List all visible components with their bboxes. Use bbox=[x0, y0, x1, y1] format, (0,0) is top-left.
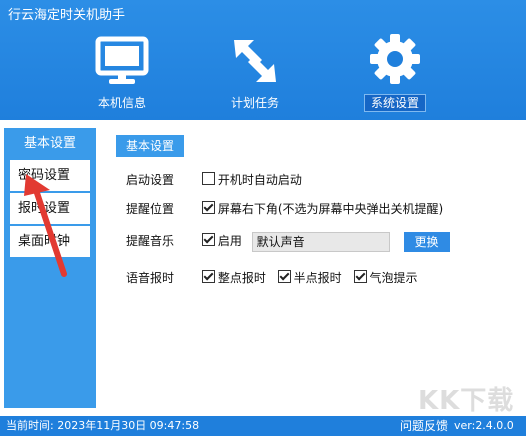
section-title: 基本设置 bbox=[116, 135, 184, 157]
startup-checkbox[interactable]: 开机时自动启动 bbox=[201, 170, 302, 190]
music-enable-checkbox[interactable]: 启用 bbox=[201, 231, 242, 251]
feedback-link[interactable]: 问题反馈 bbox=[400, 416, 448, 436]
status-bar: 当前时间: 2023年11月30日 09:47:58 问题反馈 ver:2.4.… bbox=[0, 416, 526, 436]
monitor-icon bbox=[95, 36, 149, 84]
header-bar: 行云海定时关机助手 本机信息 计划任务 系统设置 bbox=[0, 0, 526, 120]
startup-label: 启动设置 bbox=[126, 173, 175, 187]
hourly-announce-checkbox[interactable]: 整点报时 bbox=[201, 268, 266, 288]
nav-scheduled-tasks[interactable]: 计划任务 bbox=[205, 30, 305, 114]
gear-icon bbox=[370, 34, 420, 84]
change-sound-button[interactable]: 更换 bbox=[403, 231, 450, 252]
reminder-position-label: 提醒位置 bbox=[126, 202, 175, 216]
voice-label: 语音报时 bbox=[126, 271, 175, 285]
reminder-music-label: 提醒音乐 bbox=[126, 234, 175, 248]
sidebar-header[interactable]: 基本设置 bbox=[4, 128, 96, 160]
nav-machine-info[interactable]: 本机信息 bbox=[72, 30, 172, 114]
red-arrow-annotation bbox=[24, 174, 67, 277]
nav-system-settings[interactable]: 系统设置 bbox=[345, 30, 445, 114]
reminder-music-row: 提醒音乐 启用 默认声音 更换 bbox=[126, 231, 450, 252]
bubble-tip-checkbox[interactable]: 气泡提示 bbox=[353, 268, 418, 288]
reminder-position-checkbox[interactable]: 屏幕右下角(不选为屏幕中央弹出关机提醒) bbox=[201, 199, 443, 219]
half-hour-announce-checkbox[interactable]: 半点报时 bbox=[277, 268, 342, 288]
reminder-position-row: 提醒位置 屏幕右下角(不选为屏幕中央弹出关机提醒) bbox=[126, 199, 451, 219]
nav-system-settings-label: 系统设置 bbox=[363, 94, 426, 112]
settings-panel: 基本设置 启动设置 开机时自动启动 提醒位置 屏幕右下角(不选为屏幕中央弹出关机… bbox=[110, 130, 520, 390]
arrows-icon bbox=[234, 40, 276, 82]
startup-row: 启动设置 开机时自动启动 bbox=[126, 170, 310, 190]
nav-machine-info-label: 本机信息 bbox=[97, 96, 146, 110]
app-title: 行云海定时关机助手 bbox=[8, 8, 126, 23]
version-text: ver:2.4.0.0 bbox=[454, 419, 514, 432]
current-time: 当前时间: 2023年11月30日 09:47:58 bbox=[6, 419, 200, 432]
nav-scheduled-tasks-label: 计划任务 bbox=[230, 96, 279, 110]
sound-field[interactable]: 默认声音 bbox=[251, 231, 390, 252]
voice-row: 语音报时 整点报时 半点报时 气泡提示 bbox=[126, 268, 426, 288]
watermark: KK下载 bbox=[418, 386, 515, 416]
